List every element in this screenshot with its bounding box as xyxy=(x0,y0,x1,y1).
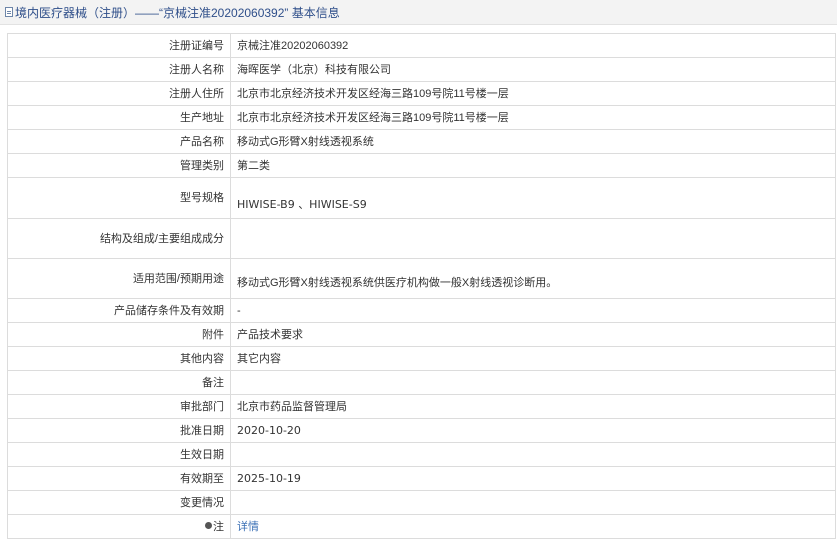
row-label: 注册人住所 xyxy=(7,81,231,106)
table-row: 变更情况 xyxy=(7,490,836,515)
row-label: 结构及组成/主要组成成分 xyxy=(7,218,231,259)
row-label: 附件 xyxy=(7,322,231,347)
table-row: 管理类别 第二类 xyxy=(7,153,836,178)
row-value: 北京市药品监督管理局 xyxy=(230,394,836,419)
row-value: 海晖医学（北京）科技有限公司 xyxy=(230,57,836,82)
row-label: 审批部门 xyxy=(7,394,231,419)
breadcrumb-bar: 境内医疗器械（注册）——“京械注准20202060392” 基本信息 xyxy=(0,0,837,25)
table-row: 型号规格 HIWISE-B9 、HIWISE-S9 xyxy=(7,177,836,219)
table-row: 有效期至 2025-10-19 xyxy=(7,466,836,491)
row-value: 北京市北京经济技术开发区经海三路109号院11号楼一层 xyxy=(230,81,836,106)
note-label-cell: 注 xyxy=(7,514,231,539)
breadcrumb: 境内医疗器械（注册）——“京械注准20202060392” 基本信息 xyxy=(15,5,340,20)
row-label: 其他内容 xyxy=(7,346,231,371)
row-value: 北京市北京经济技术开发区经海三路109号院11号楼一层 xyxy=(230,105,836,130)
row-label: 注册人名称 xyxy=(7,57,231,82)
table-row: 产品名称 移动式G形臂X射线透视系统 xyxy=(7,129,836,154)
table-row: 注 详情 xyxy=(7,514,836,539)
row-label: 变更情况 xyxy=(7,490,231,515)
row-value: 产品技术要求 xyxy=(230,322,836,347)
row-value: 其它内容 xyxy=(230,346,836,371)
row-label: 批准日期 xyxy=(7,418,231,443)
row-value: - xyxy=(230,298,836,323)
row-label: 适用范围/预期用途 xyxy=(7,258,231,299)
row-label: 有效期至 xyxy=(7,466,231,491)
row-label: 生产地址 xyxy=(7,105,231,130)
info-table: 注册证编号 京械注准20202060392 注册人名称 海晖医学（北京）科技有限… xyxy=(7,33,836,539)
row-value xyxy=(230,490,836,515)
table-row: 注册人住所 北京市北京经济技术开发区经海三路109号院11号楼一层 xyxy=(7,81,836,106)
note-label: 注 xyxy=(213,520,224,533)
row-label: 备注 xyxy=(7,370,231,395)
row-value: 2020-10-20 xyxy=(230,418,836,443)
row-label: 注册证编号 xyxy=(7,33,231,58)
row-value: 移动式G形臂X射线透视系统供医疗机构做一般X射线透视诊断用。 xyxy=(230,258,836,299)
bulb-icon xyxy=(205,522,212,530)
table-row: 审批部门 北京市药品监督管理局 xyxy=(7,394,836,419)
row-value: 京械注准20202060392 xyxy=(230,33,836,58)
row-value xyxy=(230,370,836,395)
table-row: 生产地址 北京市北京经济技术开发区经海三路109号院11号楼一层 xyxy=(7,105,836,130)
table-row: 生效日期 xyxy=(7,442,836,467)
row-value: HIWISE-B9 、HIWISE-S9 xyxy=(230,177,836,219)
row-value: 移动式G形臂X射线透视系统 xyxy=(230,129,836,154)
table-row: 适用范围/预期用途 移动式G形臂X射线透视系统供医疗机构做一般X射线透视诊断用。 xyxy=(7,258,836,299)
table-row: 其他内容 其它内容 xyxy=(7,346,836,371)
row-label: 产品储存条件及有效期 xyxy=(7,298,231,323)
row-value xyxy=(230,218,836,259)
table-row: 结构及组成/主要组成成分 xyxy=(7,218,836,259)
table-row: 附件 产品技术要求 xyxy=(7,322,836,347)
row-value: 2025-10-19 xyxy=(230,466,836,491)
row-label: 产品名称 xyxy=(7,129,231,154)
table-row: 注册人名称 海晖医学（北京）科技有限公司 xyxy=(7,57,836,82)
row-label: 管理类别 xyxy=(7,153,231,178)
document-icon xyxy=(5,7,13,17)
table-row: 注册证编号 京械注准20202060392 xyxy=(7,33,836,58)
table-row: 产品储存条件及有效期 - xyxy=(7,298,836,323)
row-value xyxy=(230,442,836,467)
row-label: 生效日期 xyxy=(7,442,231,467)
details-cell: 详情 xyxy=(230,514,836,539)
row-label: 型号规格 xyxy=(7,177,231,219)
table-row: 备注 xyxy=(7,370,836,395)
table-row: 批准日期 2020-10-20 xyxy=(7,418,836,443)
row-value: 第二类 xyxy=(230,153,836,178)
details-link[interactable]: 详情 xyxy=(237,521,259,533)
